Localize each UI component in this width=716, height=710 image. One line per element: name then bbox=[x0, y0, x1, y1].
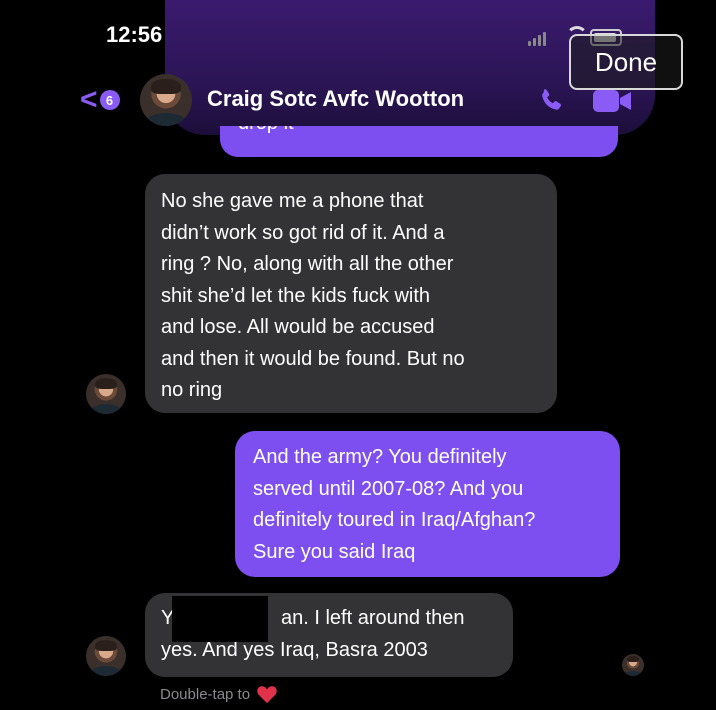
message-bubble-incoming[interactable]: No she gave me a phone that didn’t work … bbox=[145, 174, 557, 413]
message-line: Sure you said Iraq bbox=[253, 540, 416, 563]
message-line: served until 2007-08? And you bbox=[253, 477, 524, 500]
contact-avatar[interactable] bbox=[140, 74, 192, 126]
signal-bar bbox=[538, 35, 541, 46]
message-line: ring ? No, along with all the other bbox=[161, 253, 454, 275]
sender-avatar[interactable] bbox=[86, 374, 126, 414]
message-text: drop it bbox=[238, 126, 294, 135]
message-line: And the army? You definitely bbox=[253, 446, 507, 468]
message-line-fragment: an. I left around then bbox=[281, 607, 465, 629]
back-button[interactable]: < 6 bbox=[80, 83, 120, 116]
done-button[interactable]: Done bbox=[569, 34, 683, 90]
signal-bar bbox=[543, 32, 546, 46]
signal-bar bbox=[528, 41, 531, 46]
message-line: No she gave me a phone that bbox=[161, 190, 424, 212]
signal-bar bbox=[533, 38, 536, 46]
message-line: and then it would be found. But no bbox=[161, 347, 465, 370]
contact-name[interactable]: Craig Sotc Avfc Wootton bbox=[207, 86, 464, 112]
sender-avatar[interactable] bbox=[86, 636, 126, 676]
reaction-hint-text: Double-tap to bbox=[160, 685, 251, 703]
message-line: no ring bbox=[161, 379, 223, 401]
status-time: 12:56 bbox=[106, 22, 163, 47]
message-line: shit she’d let the kids fuck with bbox=[161, 284, 431, 307]
message-line: definitely toured in Iraq/Afghan? bbox=[253, 509, 536, 531]
unread-count-badge: 6 bbox=[99, 90, 120, 110]
read-receipt-avatar bbox=[622, 654, 644, 676]
reaction-hint: Double-tap to bbox=[160, 684, 278, 704]
back-chevron-icon: < bbox=[80, 83, 98, 116]
phone-icon[interactable] bbox=[536, 86, 566, 116]
video-camera-icon[interactable] bbox=[592, 88, 632, 114]
redaction-box bbox=[172, 596, 268, 642]
message-bubble-outgoing[interactable]: And the army? You definitely served unti… bbox=[235, 431, 620, 577]
heart-icon[interactable] bbox=[256, 684, 278, 704]
message-line: and lose. All would be accused bbox=[161, 316, 435, 338]
message-line: didn’t work so got rid of it. And a bbox=[161, 221, 445, 244]
message-bubble-outgoing[interactable]: drop it bbox=[220, 126, 618, 157]
